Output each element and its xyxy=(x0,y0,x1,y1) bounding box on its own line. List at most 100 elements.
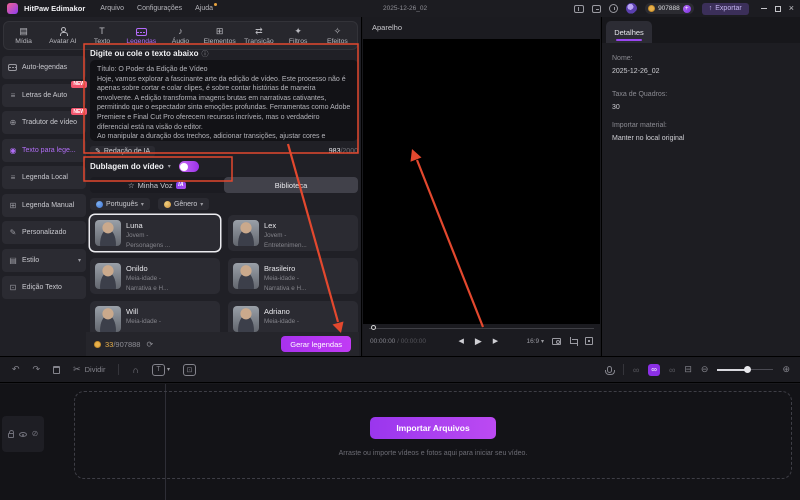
voice-avatar xyxy=(233,220,259,246)
voice-card-luna[interactable]: Luna Jovem - Personagens ... xyxy=(90,215,220,251)
app-name: HitPaw Edimakor xyxy=(24,4,86,13)
tab-minha-voz[interactable]: ☆ Minha Voz IA xyxy=(90,177,224,193)
sidebar-item-texto-para-legenda[interactable]: ◉ Texto para lege... xyxy=(2,138,86,162)
tab-avatar-ai[interactable]: Avatar AI xyxy=(43,26,82,45)
notification-dot xyxy=(214,3,218,6)
zoom-in-icon[interactable]: ⊕ xyxy=(782,364,790,375)
chevron-down-icon[interactable]: ▾ xyxy=(168,163,171,170)
maximize-button[interactable] xyxy=(774,5,781,12)
unlink-clips-icon[interactable]: ∞ xyxy=(669,365,675,375)
language-filter-dropdown[interactable]: Português ▾ xyxy=(90,198,150,210)
timeline-zoom-slider[interactable] xyxy=(717,366,774,374)
magnet-icon[interactable]: ∩ xyxy=(132,365,138,375)
tab-audio[interactable]: ♪ Áudio xyxy=(161,26,200,45)
sidebar-item-legenda-local[interactable]: ≡ Legenda Local xyxy=(2,166,86,189)
export-arrow-icon: ↑ xyxy=(708,5,713,12)
prev-frame-button[interactable]: ◀ xyxy=(458,337,463,345)
gender-filter-dropdown[interactable]: Gênero ▾ xyxy=(157,198,210,210)
lock-track-icon[interactable] xyxy=(7,430,15,438)
tab-legendas[interactable]: Legendas xyxy=(122,26,161,45)
media-dropzone[interactable]: Importar Arquivos Arraste ou importe víd… xyxy=(74,391,792,479)
voice-avatar xyxy=(233,263,259,289)
sidebar-item-personalizado[interactable]: ✎ Personalizado xyxy=(2,221,86,244)
aspect-ratio-selector[interactable]: 16:9 ▾ xyxy=(527,338,544,345)
sidebar-item-tradutor-de-video[interactable]: ⊕ Tradutor de vídeo NEW xyxy=(2,108,87,134)
zoom-slider-handle[interactable] xyxy=(744,366,752,373)
tab-texto[interactable]: T Texto xyxy=(82,26,121,45)
import-files-button[interactable]: Importar Arquivos xyxy=(370,417,496,439)
record-voiceover-icon[interactable] xyxy=(605,366,616,375)
person-icon xyxy=(163,200,171,208)
tab-transicao[interactable]: ⇄ Transição xyxy=(239,26,278,45)
captions-icon xyxy=(135,26,147,37)
next-frame-button[interactable]: ▶ xyxy=(493,337,498,345)
fullscreen-icon[interactable] xyxy=(585,337,593,345)
drop-hint-text: Arraste ou importe vídeos e fotos aqui p… xyxy=(338,450,528,457)
app-window: HitPaw Edimakor Arquivo Configurações Aj… xyxy=(0,0,800,500)
menu-arquivo[interactable]: Arquivo xyxy=(100,5,124,12)
name-label: Nome: xyxy=(612,55,633,62)
dubbing-label: Dublagem do vídeo xyxy=(90,162,164,171)
document-title: 2025-12-26_02 xyxy=(383,5,428,12)
dubbing-toggle[interactable] xyxy=(178,161,199,172)
voice-avatar xyxy=(95,263,121,289)
voice-card-lex[interactable]: Lex Jovem - Entretenimen... xyxy=(228,215,358,251)
sidebar-item-auto-legendas[interactable]: Auto-legendas xyxy=(2,56,86,79)
export-button[interactable]: ↑ Exportar xyxy=(701,2,749,15)
ia-badge: IA xyxy=(175,181,187,189)
tab-filtros[interactable]: ✦ Filtros xyxy=(279,26,318,45)
tab-efeitos[interactable]: ✧ Efeitos xyxy=(318,26,357,45)
voice-card-brasileiro[interactable]: Brasileiro Meia-idade - Narrativa e H... xyxy=(228,258,358,294)
menu-ajuda[interactable]: Ajuda xyxy=(195,3,218,12)
fps-label: Taxa de Quadros: xyxy=(612,91,668,98)
caption-text-input[interactable]: Título: O Poder da Edição de Vídeo Hoje,… xyxy=(90,60,358,141)
tab-detalhes[interactable]: Detalhes xyxy=(606,21,652,43)
caption-track-icon[interactable]: ⊡ xyxy=(182,363,196,376)
track-controls: ⊘ xyxy=(2,416,44,452)
seek-bar[interactable] xyxy=(369,325,594,331)
sidebar-item-estilo[interactable]: ▤ Estilo ▾ xyxy=(2,248,86,272)
auto-link-icon[interactable]: ∞ xyxy=(648,363,660,376)
sidebar-item-edicao-texto[interactable]: ⊡ Edição Texto xyxy=(2,276,86,299)
crop-icon[interactable] xyxy=(569,337,578,346)
chevron-down-icon: ▾ xyxy=(200,201,204,208)
split-button[interactable]: ✂ Dividir xyxy=(73,364,105,375)
mute-track-icon[interactable]: ⊘ xyxy=(32,430,39,438)
voice-card-onildo[interactable]: Onildo Meia-idade - Narrativa e H... xyxy=(90,258,220,294)
generate-captions-button[interactable]: Gerar legendas xyxy=(281,336,351,352)
refresh-icon[interactable]: ⟳ xyxy=(146,340,153,349)
minimize-button[interactable] xyxy=(760,8,767,9)
tab-midia[interactable]: ▤ Mídia xyxy=(4,26,43,45)
user-avatar[interactable] xyxy=(626,3,638,14)
seek-handle[interactable] xyxy=(371,325,376,330)
fit-timeline-icon[interactable]: ⊟ xyxy=(684,364,692,375)
tab-biblioteca[interactable]: Biblioteca xyxy=(224,177,358,193)
tab-elementos[interactable]: ⊞ Elementos xyxy=(200,26,239,45)
history-icon[interactable] xyxy=(609,4,619,13)
elements-icon: ⊞ xyxy=(215,26,224,36)
sidebar-item-letras-de-auto[interactable]: ≡ Letras de Auto NEW xyxy=(2,80,87,107)
sidebar-item-legenda-manual[interactable]: ⊞ Legenda Manual xyxy=(2,193,86,217)
credits-badge[interactable]: 907888 + xyxy=(645,3,694,14)
text-tool-button[interactable]: T ▾ xyxy=(151,363,170,376)
text-to-speech-icon: ◉ xyxy=(9,145,17,155)
undo-icon[interactable]: ↶ xyxy=(12,364,20,375)
app-logo-icon xyxy=(7,3,18,14)
close-button[interactable]: × xyxy=(789,4,794,13)
text-to-caption-panel: Digite ou cole o texto abaixo ⓘ Título: O… xyxy=(86,49,359,356)
link-clips-icon[interactable]: ∞ xyxy=(633,365,639,375)
snapshot-icon[interactable] xyxy=(552,337,561,345)
redo-icon[interactable]: ↷ xyxy=(33,364,41,375)
ai-writer-button[interactable]: ✎ Redação de IA xyxy=(90,145,156,157)
feedback-icon[interactable] xyxy=(592,4,602,13)
hide-track-icon[interactable] xyxy=(18,431,27,437)
add-credits-icon[interactable]: + xyxy=(682,4,691,13)
menu-configuracoes[interactable]: Configurações xyxy=(137,5,182,12)
info-icon[interactable]: ⓘ xyxy=(201,51,208,58)
play-button[interactable]: ▶ xyxy=(475,336,482,347)
delete-icon[interactable] xyxy=(53,365,61,374)
name-value: 2025-12-26_02 xyxy=(612,68,660,75)
layout-icon[interactable] xyxy=(574,4,585,13)
zoom-out-icon[interactable]: ⊖ xyxy=(701,364,709,375)
title-bar: HitPaw Edimakor Arquivo Configurações Aj… xyxy=(0,0,800,17)
